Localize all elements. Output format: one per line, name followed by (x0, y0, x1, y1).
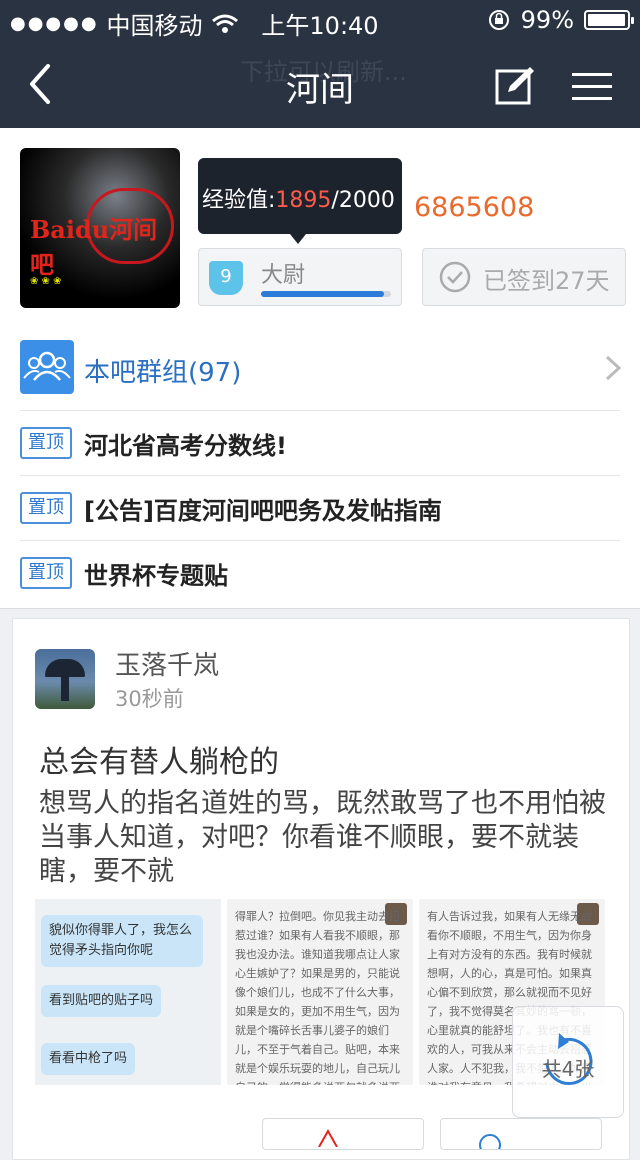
forum-logo: Baidu河间吧 ❀ ❀ ❀ (20, 148, 180, 308)
pinned-item[interactable]: 置顶 世界杯专题贴 (0, 541, 640, 605)
experience-tooltip: 经验值:1895/2000 (198, 158, 402, 244)
post-image-2[interactable]: 得罪人？拉倒吧。你见我主动去招惹过谁？如果有人看我不顺眼，那我也没办法。谁知道我… (227, 899, 413, 1085)
level-box[interactable]: 9 大尉 (198, 248, 402, 306)
checkin-button[interactable]: 已签到27天 (422, 248, 626, 306)
group-label: 本吧群组(97) (84, 358, 242, 388)
exp-label: 经验值: (202, 188, 276, 213)
chat-bubble: 看到贴吧的贴子吗 (41, 985, 162, 1017)
more-images-button[interactable]: 共4张 (512, 1006, 624, 1118)
exp-current: 1895 (275, 188, 332, 213)
chat-bubble: 看看中枪了吗 (41, 1043, 136, 1075)
level-name: 大尉 (261, 263, 306, 288)
chevron-right-icon (605, 355, 622, 381)
pinned-tag: 置顶 (20, 492, 72, 524)
pinned-title: 世界杯专题贴 (84, 562, 228, 590)
pinned-item[interactable]: 置顶 [公告]百度河间吧吧务及发帖指南 (0, 476, 640, 540)
checkmark-circle-icon (439, 261, 471, 293)
logo-text: Baidu河间吧 (30, 215, 158, 279)
exp-total: 2000 (338, 188, 395, 213)
pinned-item[interactable]: 置顶 河北省高考分数线! (0, 411, 640, 475)
comment-button[interactable] (440, 1118, 602, 1150)
avatar[interactable] (35, 649, 95, 709)
group-row[interactable]: 本吧群组(97) (0, 324, 640, 410)
nav-bar: 下拉可以刷新... 河间 (0, 40, 640, 128)
page-title: 河间 (286, 70, 354, 110)
battery-percent: 99% (520, 6, 574, 34)
pinned-title: 河北省高考分数线! (84, 432, 287, 460)
pinned-title: [公告]百度河间吧吧务及发帖指南 (84, 497, 442, 525)
like-icon (318, 1128, 338, 1147)
exp-separator: / (331, 188, 339, 213)
post-username[interactable]: 玉落千岚 (115, 645, 219, 682)
group-people-icon (20, 340, 74, 394)
pinned-tag: 置顶 (20, 427, 72, 459)
post-image-1[interactable]: 貌似你得罪人了，我怎么觉得矛头指向你呢 看到贴吧的贴子吗 看看中枪了吗 (35, 899, 221, 1085)
menu-icon[interactable] (570, 70, 614, 104)
pinned-tag: 置顶 (20, 557, 72, 589)
post-title: 总会有替人躺枪的 (39, 745, 279, 780)
post-time: 30秒前 (115, 687, 184, 711)
post-body: 想骂人的指名道姓的骂，既然敢骂了也不用怕被当事人知道，对吧？你看谁不顺眼，要不就… (39, 788, 606, 887)
posts-value: 6865608 (414, 192, 535, 223)
image-text: 得罪人？拉倒吧。你见我主动去招惹过谁？如果有人看我不顺眼，那我也没办法。谁知道我… (235, 910, 400, 1085)
forum-list: 本吧群组(97) 置顶 河北省高考分数线! 置顶 [公告]百度河间吧吧务及发帖指… (0, 324, 640, 609)
level-progress-bar (261, 291, 391, 297)
compose-icon[interactable] (494, 64, 536, 106)
like-button[interactable] (262, 1118, 424, 1150)
rotation-lock-icon (488, 10, 509, 30)
status-bar: ●●●●● 中国移动 上午10:40 99% (0, 0, 640, 40)
battery-icon (584, 10, 634, 30)
level-badge: 9 (209, 261, 243, 295)
chat-bubble: 貌似你得罪人了，我怎么觉得矛头指向你呢 (41, 915, 203, 967)
checkin-label: 已签到27天 (483, 267, 610, 295)
comment-icon (479, 1134, 501, 1149)
more-images-label: 共4张 (541, 1057, 595, 1081)
